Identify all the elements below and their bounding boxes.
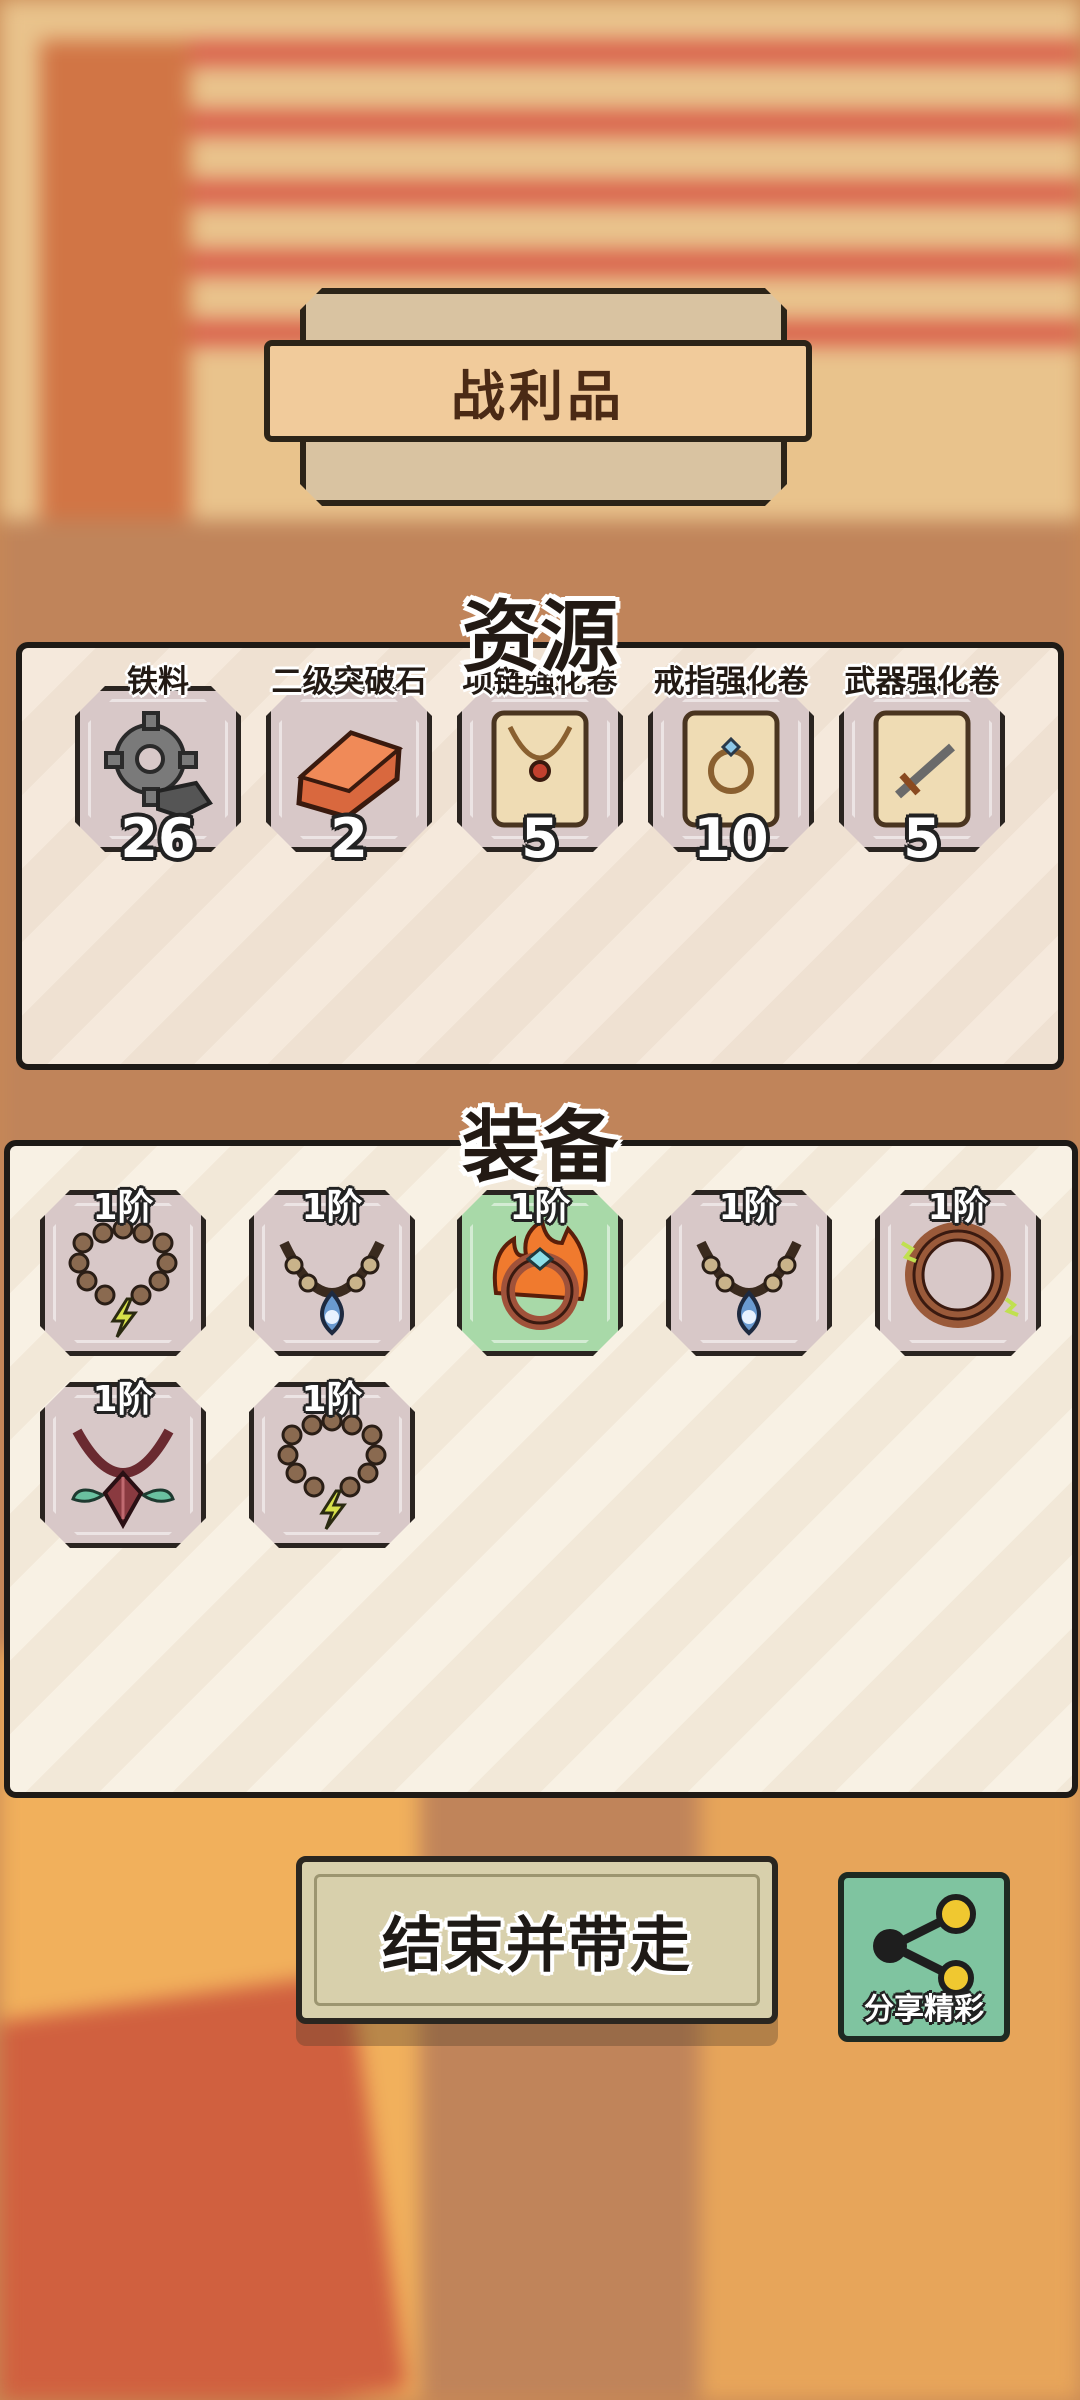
equipment-item[interactable]: 1阶 <box>457 1187 623 1356</box>
equipment-item[interactable]: 1阶 <box>875 1187 1041 1356</box>
resource-item-iron[interactable]: 铁料 26 <box>75 664 241 870</box>
page-title: 战利品 <box>451 364 625 428</box>
share-button[interactable]: 分享精彩 <box>838 1872 1010 2042</box>
resource-count: 10 <box>693 807 769 870</box>
share-button-label: 分享精彩 <box>864 1992 984 2027</box>
resource-item-necklace-scroll[interactable]: 项链强化卷 5 <box>457 664 623 870</box>
equipment-item[interactable]: 1阶 <box>249 1379 415 1548</box>
resources-heading: 资源 <box>461 593 618 683</box>
equipment-item[interactable]: 1阶 <box>40 1379 206 1548</box>
share-icon <box>873 1894 976 1996</box>
equipment-item[interactable]: 1阶 <box>666 1187 832 1356</box>
end-and-take-button[interactable]: 结束并带走 <box>296 1856 778 2024</box>
tier-label: 1阶 <box>301 1379 363 1420</box>
resource-item-weapon-scroll[interactable]: 武器强化卷 5 <box>839 664 1005 870</box>
equipment-item[interactable]: 1阶 <box>40 1187 206 1356</box>
resource-count: 2 <box>330 807 368 870</box>
tier-label: 1阶 <box>92 1379 154 1420</box>
equipment-heading: 装备 <box>461 1103 618 1193</box>
equipment-item[interactable]: 1阶 <box>249 1187 415 1356</box>
end-button-label: 结束并带走 <box>382 1910 692 1981</box>
resource-item-ring-scroll[interactable]: 戒指强化卷 10 <box>648 664 814 870</box>
resource-item-breakthrough-stone[interactable]: 二级突破石 2 <box>266 664 432 870</box>
resource-count: 26 <box>120 807 196 870</box>
resource-count: 5 <box>521 807 559 870</box>
title-banner: 战利品 <box>264 340 812 442</box>
resource-count: 5 <box>903 807 941 870</box>
